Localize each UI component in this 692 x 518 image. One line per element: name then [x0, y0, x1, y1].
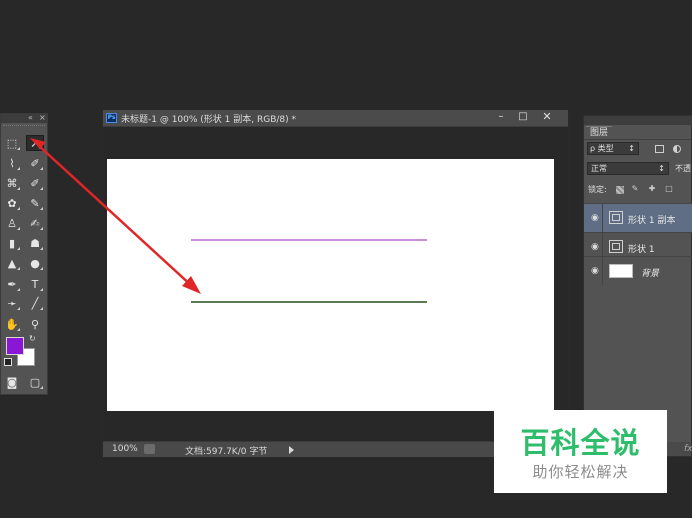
layers-panel-header[interactable]	[584, 116, 692, 125]
layer-filter-select[interactable]: ρ 类型 ↕	[587, 142, 639, 155]
background-layer-thumbnail	[609, 264, 633, 278]
lasso-icon[interactable]: ⌇	[3, 155, 21, 171]
divider	[602, 204, 603, 232]
lock-all-icon[interactable]: □	[664, 184, 674, 194]
fx-icon[interactable]: fx	[684, 444, 692, 454]
close-button[interactable]: ✕	[536, 110, 558, 125]
document-title: 未标题-1 @ 100% (形状 1 副本, RGB/8) *	[121, 115, 296, 125]
foreground-color-swatch[interactable]	[6, 337, 24, 355]
rect-marquee-icon[interactable]: ⬚	[3, 135, 21, 151]
divider	[602, 257, 603, 285]
status-menu-arrow-icon[interactable]	[289, 446, 294, 454]
hand-icon[interactable]: ✋	[3, 316, 21, 332]
document-window: Ps 未标题-1 @ 100% (形状 1 副本, RGB/8) * – □ ✕…	[102, 109, 569, 457]
crop-icon[interactable]: ⌘	[3, 175, 21, 191]
type-icon[interactable]: T	[26, 276, 44, 292]
image-filter-icon[interactable]	[655, 145, 664, 153]
panel-grip[interactable]	[3, 125, 45, 129]
blend-mode-select[interactable]: 正常 ↕	[587, 162, 669, 175]
move-tool-icon[interactable]: ➚	[26, 135, 44, 151]
layer-name: 背景	[641, 269, 660, 279]
swap-colors-icon[interactable]: ↻	[29, 334, 36, 343]
zoom-icon[interactable]: ⚲	[26, 316, 44, 332]
adjust-filter-icon[interactable]	[673, 145, 681, 153]
screen-mode-icon[interactable]: ▢	[26, 374, 44, 390]
path-select-icon[interactable]: ➛	[3, 295, 21, 311]
pen-icon[interactable]: ✒	[3, 276, 21, 292]
default-colors-icon[interactable]	[4, 358, 12, 366]
chevron-updown-icon: ↕	[658, 164, 665, 173]
healing-brush-icon[interactable]: ✿	[3, 195, 21, 211]
lock-position-icon[interactable]: ✚	[647, 184, 657, 194]
history-brush-icon[interactable]: ✍	[26, 215, 44, 231]
layer-row[interactable]: ◉ 形状 1 副本	[584, 203, 692, 232]
lock-pixels-icon[interactable]	[616, 186, 624, 194]
close-panel-icon[interactable]: ×	[39, 113, 46, 122]
maximize-button[interactable]: □	[512, 110, 534, 125]
tab-layers[interactable]: 图层	[586, 126, 612, 140]
shape-layer-thumbnail	[609, 211, 623, 224]
canvas-line-shape[interactable]	[191, 301, 427, 303]
status-info-icon[interactable]	[144, 444, 155, 454]
layer-name: 形状 1	[628, 245, 655, 255]
layers-panel: 图层 ρ 类型 ↕ 正常 ↕ 不透 锁定: ✎ ✚ □ ◉ 形状 1 副本 ◉ …	[583, 115, 692, 457]
eyedropper-icon[interactable]: ✐	[26, 175, 44, 191]
quick-mask-icon[interactable]: ◙	[3, 374, 21, 390]
opacity-label: 不透	[675, 164, 691, 173]
quick-select-icon[interactable]: ✐	[26, 155, 44, 171]
watermark-title: 百科全说	[520, 426, 641, 460]
stamp-icon[interactable]: ♙	[3, 215, 21, 231]
photoshop-logo-icon: Ps	[106, 113, 117, 123]
watermark: 百科全说 助你轻松解决	[494, 410, 667, 493]
collapse-panel-icon[interactable]: «	[28, 113, 33, 122]
lock-paint-icon[interactable]: ✎	[630, 184, 640, 194]
document-titlebar[interactable]: Ps 未标题-1 @ 100% (形状 1 副本, RGB/8) * – □ ✕	[103, 110, 568, 127]
canvas-area	[103, 127, 568, 441]
canvas-line-shape-copy[interactable]	[191, 239, 427, 241]
paint-bucket-icon[interactable]: ☗	[26, 235, 44, 251]
watermark-subtitle: 助你轻松解决	[532, 463, 629, 481]
eye-visibility-icon[interactable]: ◉	[591, 266, 599, 276]
document-size-info: 文档:597.7K/0 字节	[185, 447, 268, 457]
brush-icon[interactable]: ✎	[26, 195, 44, 211]
blur-icon[interactable]: ▲	[3, 255, 21, 271]
layer-name: 形状 1 副本	[628, 216, 676, 226]
layer-filter-label: ρ 类型	[590, 144, 614, 153]
chevron-updown-icon: ↕	[628, 144, 635, 153]
line-tool-icon[interactable]: ╱	[26, 295, 44, 311]
minimize-button[interactable]: –	[490, 110, 512, 125]
tools-panel-header[interactable]: « ×	[1, 113, 47, 123]
eye-visibility-icon[interactable]: ◉	[591, 242, 599, 252]
layer-row[interactable]: ◉ 背景	[584, 256, 692, 285]
canvas[interactable]	[107, 159, 554, 411]
divider	[584, 139, 691, 140]
eraser-icon[interactable]: ▮	[3, 235, 21, 251]
dodge-icon[interactable]: ●	[26, 255, 44, 271]
lock-label: 锁定:	[588, 185, 607, 194]
eye-visibility-icon[interactable]: ◉	[591, 213, 599, 223]
shape-layer-thumbnail	[609, 240, 623, 253]
zoom-level[interactable]: 100%	[112, 444, 138, 454]
blend-mode-value: 正常	[591, 164, 607, 173]
